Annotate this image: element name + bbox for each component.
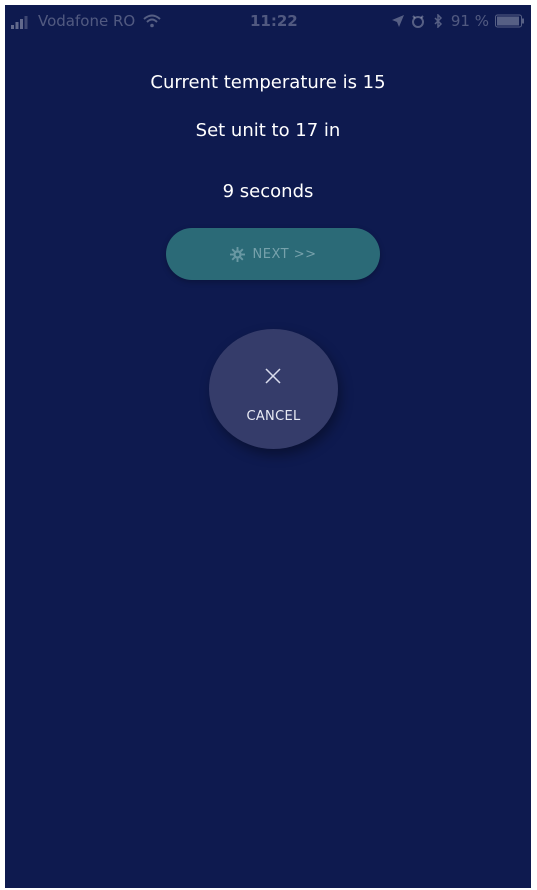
status-bar: Vodafone RO 11:22 91 % (5, 5, 531, 37)
next-button-label: NEXT >> (252, 246, 317, 262)
gear-icon (229, 246, 245, 262)
wifi-icon (143, 14, 161, 28)
bluetooth-icon (431, 13, 445, 29)
signal-icon (11, 15, 33, 29)
cancel-button-label: CANCEL (246, 409, 301, 424)
alarm-icon (411, 14, 425, 28)
countdown-text: 9 seconds (222, 181, 314, 202)
location-arrow-icon (391, 14, 405, 28)
current-temperature-text: Current temperature is 15 (150, 72, 386, 93)
next-button[interactable]: NEXT >> (166, 228, 380, 280)
close-icon (262, 365, 284, 387)
set-unit-text: Set unit to 17 in (195, 120, 341, 141)
battery-percent: 91 % (450, 12, 489, 30)
status-time: 11:22 (250, 12, 298, 30)
cancel-button[interactable]: CANCEL (209, 329, 338, 449)
carrier-name: Vodafone RO (38, 12, 136, 30)
status-right: 91 % (391, 12, 525, 30)
status-left: Vodafone RO (11, 12, 161, 30)
app-screen: Vodafone RO 11:22 91 % Current temperatu… (5, 5, 531, 888)
battery-icon (495, 14, 525, 28)
